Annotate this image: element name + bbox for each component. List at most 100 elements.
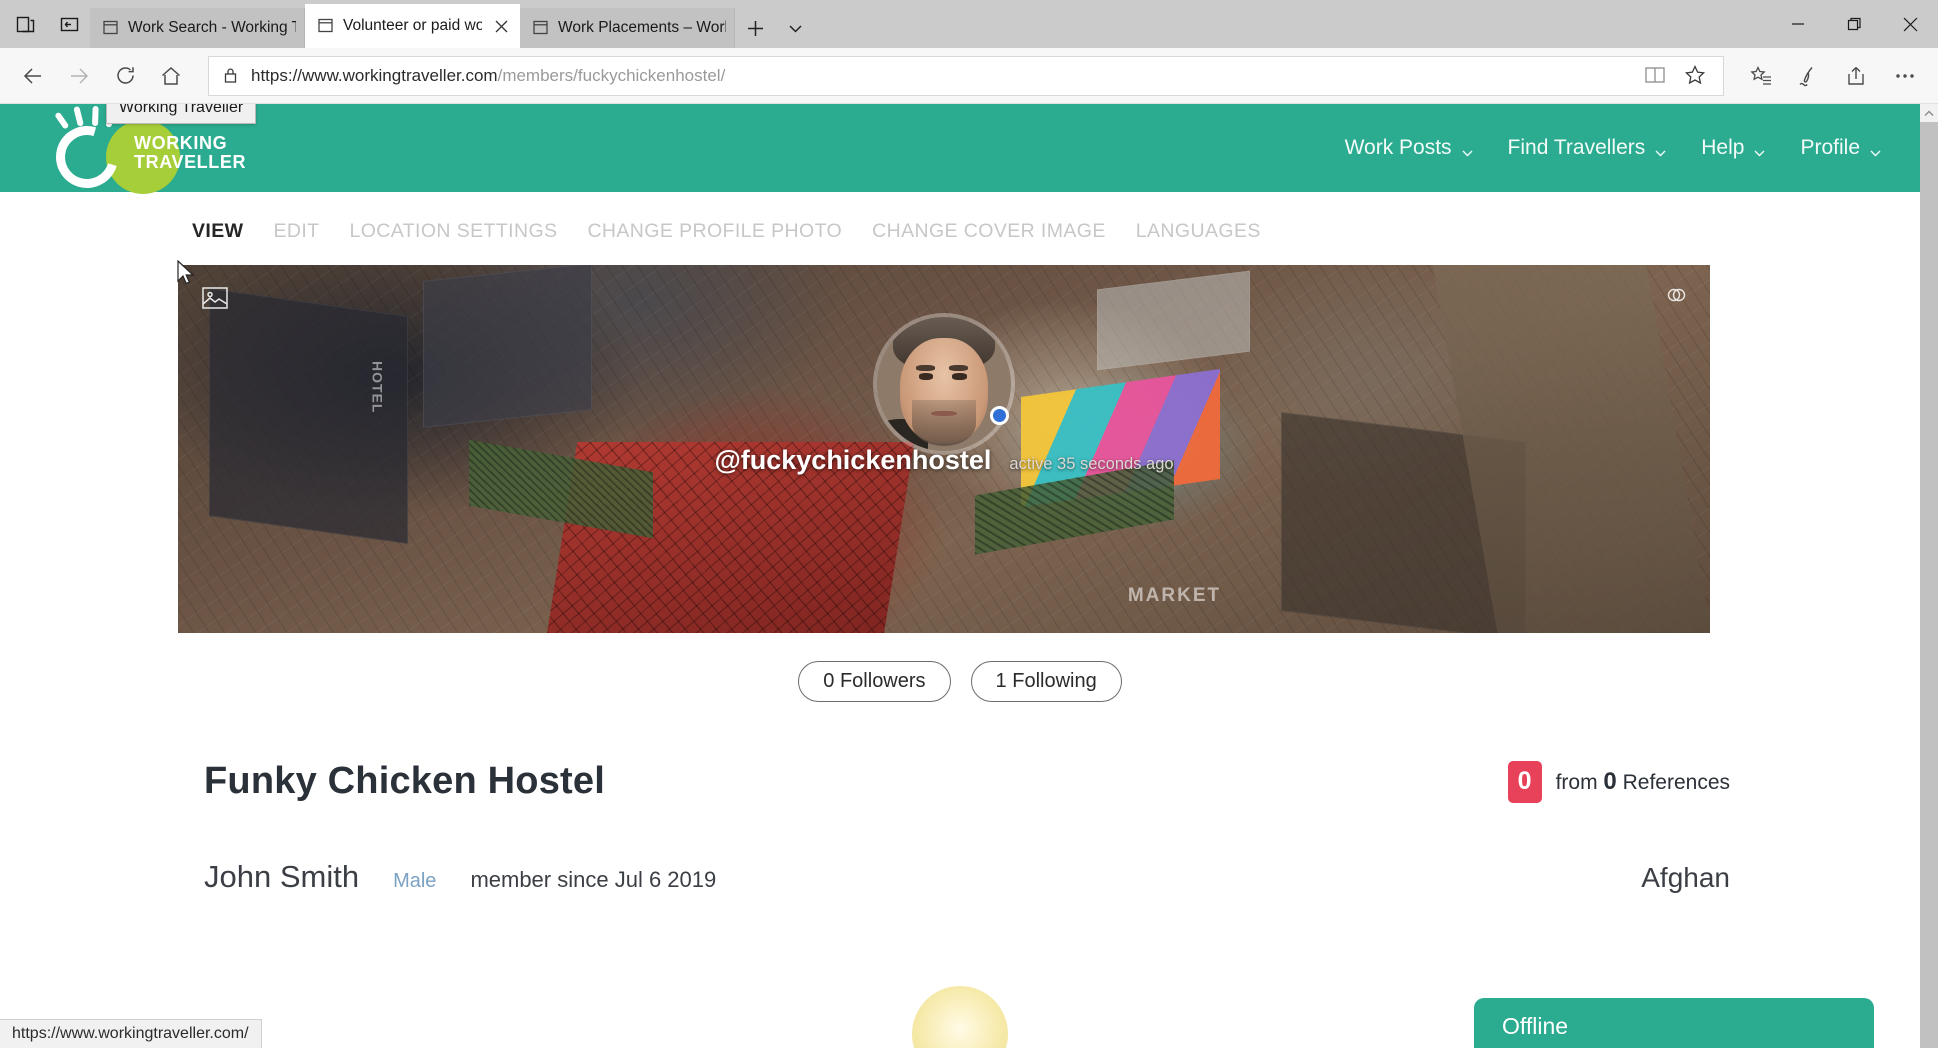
avatar-brow bbox=[915, 365, 935, 371]
browser-toolbar: https://www.workingtraveller.com/members… bbox=[0, 48, 1938, 104]
chevron-down-icon bbox=[1869, 142, 1882, 156]
cover-building bbox=[423, 265, 592, 429]
cover-image-section: HOTEL MARKET @fuckychickenhostel active … bbox=[0, 265, 1920, 633]
logo-line-1: WORKING bbox=[134, 133, 228, 153]
tab-location-settings[interactable]: LOCATION SETTINGS bbox=[349, 220, 557, 243]
follow-stats: 0 Followers 1 Following bbox=[0, 661, 1920, 702]
close-button[interactable] bbox=[1882, 0, 1938, 48]
logo-tooltip: Working Traveller bbox=[106, 104, 257, 124]
share-icon[interactable] bbox=[1836, 55, 1878, 97]
page-icon bbox=[102, 19, 120, 37]
refresh-button[interactable] bbox=[104, 55, 146, 97]
chevron-down-icon bbox=[1461, 142, 1474, 156]
scrollbar-thumb[interactable] bbox=[1920, 122, 1938, 1048]
profile-handle: @fuckychickenhostel bbox=[714, 445, 992, 475]
home-button[interactable] bbox=[150, 55, 192, 97]
tab-strip-left-buttons bbox=[0, 0, 90, 48]
tab-change-cover-image[interactable]: CHANGE COVER IMAGE bbox=[872, 220, 1106, 243]
new-tab-button[interactable] bbox=[735, 8, 775, 48]
main-navigation: Work Posts Find Travellers Help Profile bbox=[1345, 136, 1882, 160]
tab-preview-icon[interactable] bbox=[10, 9, 40, 39]
followers-button[interactable]: 0 Followers bbox=[798, 661, 951, 702]
member-since-label: member since Jul 6 2019 bbox=[470, 867, 717, 892]
reference-score-badge: 0 bbox=[1507, 760, 1542, 803]
logo-ray bbox=[54, 111, 70, 130]
avatar-mouth bbox=[930, 410, 958, 417]
web-page: WORKING TRAVELLER Working Traveller Work… bbox=[0, 104, 1920, 1048]
profile-detail-left: John Smith Male member since Jul 6 2019 bbox=[204, 859, 716, 895]
logo-line-2: TRAVELLER bbox=[134, 152, 247, 173]
logo-c-icon bbox=[45, 115, 129, 199]
cover-building bbox=[208, 287, 408, 544]
page-icon bbox=[317, 17, 335, 35]
tab-2[interactable]: Work Placements – Work Pc bbox=[520, 8, 735, 48]
maximize-button[interactable] bbox=[1826, 0, 1882, 48]
avatar-eye bbox=[918, 373, 934, 380]
address-bar[interactable]: https://www.workingtraveller.com/members… bbox=[208, 55, 1724, 96]
address-path: /members/fuckychickenhostel/ bbox=[497, 65, 726, 85]
vertical-scrollbar[interactable] bbox=[1920, 104, 1938, 1048]
profile-detail-row: John Smith Male member since Jul 6 2019 … bbox=[0, 803, 1920, 895]
address-bar-icons bbox=[1643, 63, 1715, 89]
logo-ray bbox=[92, 105, 99, 127]
tab-view[interactable]: VIEW bbox=[192, 220, 243, 243]
minimize-button[interactable] bbox=[1770, 0, 1826, 48]
nav-item-find-travellers[interactable]: Find Travellers bbox=[1508, 136, 1668, 160]
page-viewport: WORKING TRAVELLER Working Traveller Work… bbox=[0, 104, 1938, 1048]
nationality-label: Afghan bbox=[1641, 862, 1730, 893]
back-button[interactable] bbox=[12, 55, 54, 97]
set-aside-tabs-icon[interactable] bbox=[54, 9, 84, 39]
change-cover-image-icon[interactable] bbox=[202, 287, 228, 309]
avatar-container[interactable] bbox=[877, 317, 1011, 451]
tab-title: Work Search - Working Trav bbox=[128, 19, 296, 36]
tab-0[interactable]: Work Search - Working Trav bbox=[90, 8, 305, 48]
favorite-star-icon[interactable] bbox=[1683, 63, 1709, 89]
cover-image[interactable]: HOTEL MARKET @fuckychickenhostel active … bbox=[178, 265, 1710, 633]
tab-change-profile-photo[interactable]: CHANGE PROFILE PHOTO bbox=[587, 220, 842, 243]
forward-button[interactable] bbox=[58, 55, 100, 97]
tab-1-active[interactable]: Volunteer or paid work bbox=[305, 4, 520, 48]
person-name: John Smith bbox=[204, 859, 360, 894]
avatar-photo bbox=[877, 317, 1011, 451]
nav-item-profile[interactable]: Profile bbox=[1800, 136, 1882, 160]
more-settings-icon[interactable] bbox=[1884, 55, 1926, 97]
avatar-eye bbox=[952, 373, 967, 380]
decorative-sun bbox=[912, 986, 1008, 1048]
avatar[interactable] bbox=[877, 317, 1011, 451]
address-text: https://www.workingtraveller.com/members… bbox=[251, 66, 1631, 86]
profile-tab-bar: VIEW EDIT LOCATION SETTINGS CHANGE PROFI… bbox=[0, 192, 1920, 265]
reference-noun: References bbox=[1622, 770, 1730, 794]
reading-view-icon[interactable] bbox=[1643, 63, 1669, 89]
nav-label: Help bbox=[1701, 136, 1745, 159]
mouse-cursor-icon bbox=[176, 259, 196, 291]
chevron-down-icon bbox=[1753, 142, 1766, 156]
tab-edit[interactable]: EDIT bbox=[273, 220, 319, 243]
last-active-text: active 35 seconds ago bbox=[1009, 455, 1174, 473]
browser-window: Work Search - Working Trav Volunteer or … bbox=[0, 0, 1938, 1048]
cover-identity: @fuckychickenhostel active 35 seconds ag… bbox=[178, 445, 1710, 476]
cover-market-label: MARKET bbox=[1127, 585, 1222, 606]
web-notes-pen-icon[interactable] bbox=[1788, 55, 1830, 97]
status-bar-url: https://www.workingtraveller.com/ bbox=[0, 1019, 262, 1048]
reference-text: from 0 References bbox=[1556, 768, 1730, 796]
favorites-hub-icon[interactable] bbox=[1740, 55, 1782, 97]
logo-ray bbox=[73, 105, 84, 127]
tab-languages[interactable]: LANGUAGES bbox=[1136, 220, 1261, 243]
avatar-beard bbox=[911, 400, 977, 446]
lock-icon bbox=[223, 67, 239, 85]
tab-list-chevron-down-icon[interactable] bbox=[775, 8, 815, 48]
logo-wordmark: WORKING TRAVELLER bbox=[134, 133, 247, 173]
nav-item-work-posts[interactable]: Work Posts bbox=[1345, 136, 1474, 160]
cover-hotel-label: HOTEL bbox=[369, 360, 386, 414]
page-icon bbox=[532, 19, 550, 37]
chat-widget[interactable]: Offline bbox=[1474, 998, 1874, 1048]
avatar-brow bbox=[949, 365, 969, 371]
scroll-up-arrow-icon[interactable] bbox=[1920, 104, 1938, 122]
site-header: WORKING TRAVELLER Working Traveller Work… bbox=[0, 104, 1920, 285]
close-icon[interactable] bbox=[490, 15, 512, 37]
site-logo[interactable]: WORKING TRAVELLER Working Traveller bbox=[45, 104, 257, 285]
address-host: https://www.workingtraveller.com bbox=[251, 65, 498, 85]
tab-title: Volunteer or paid work bbox=[343, 17, 482, 34]
following-button[interactable]: 1 Following bbox=[970, 661, 1122, 702]
nav-item-help[interactable]: Help bbox=[1701, 136, 1766, 160]
